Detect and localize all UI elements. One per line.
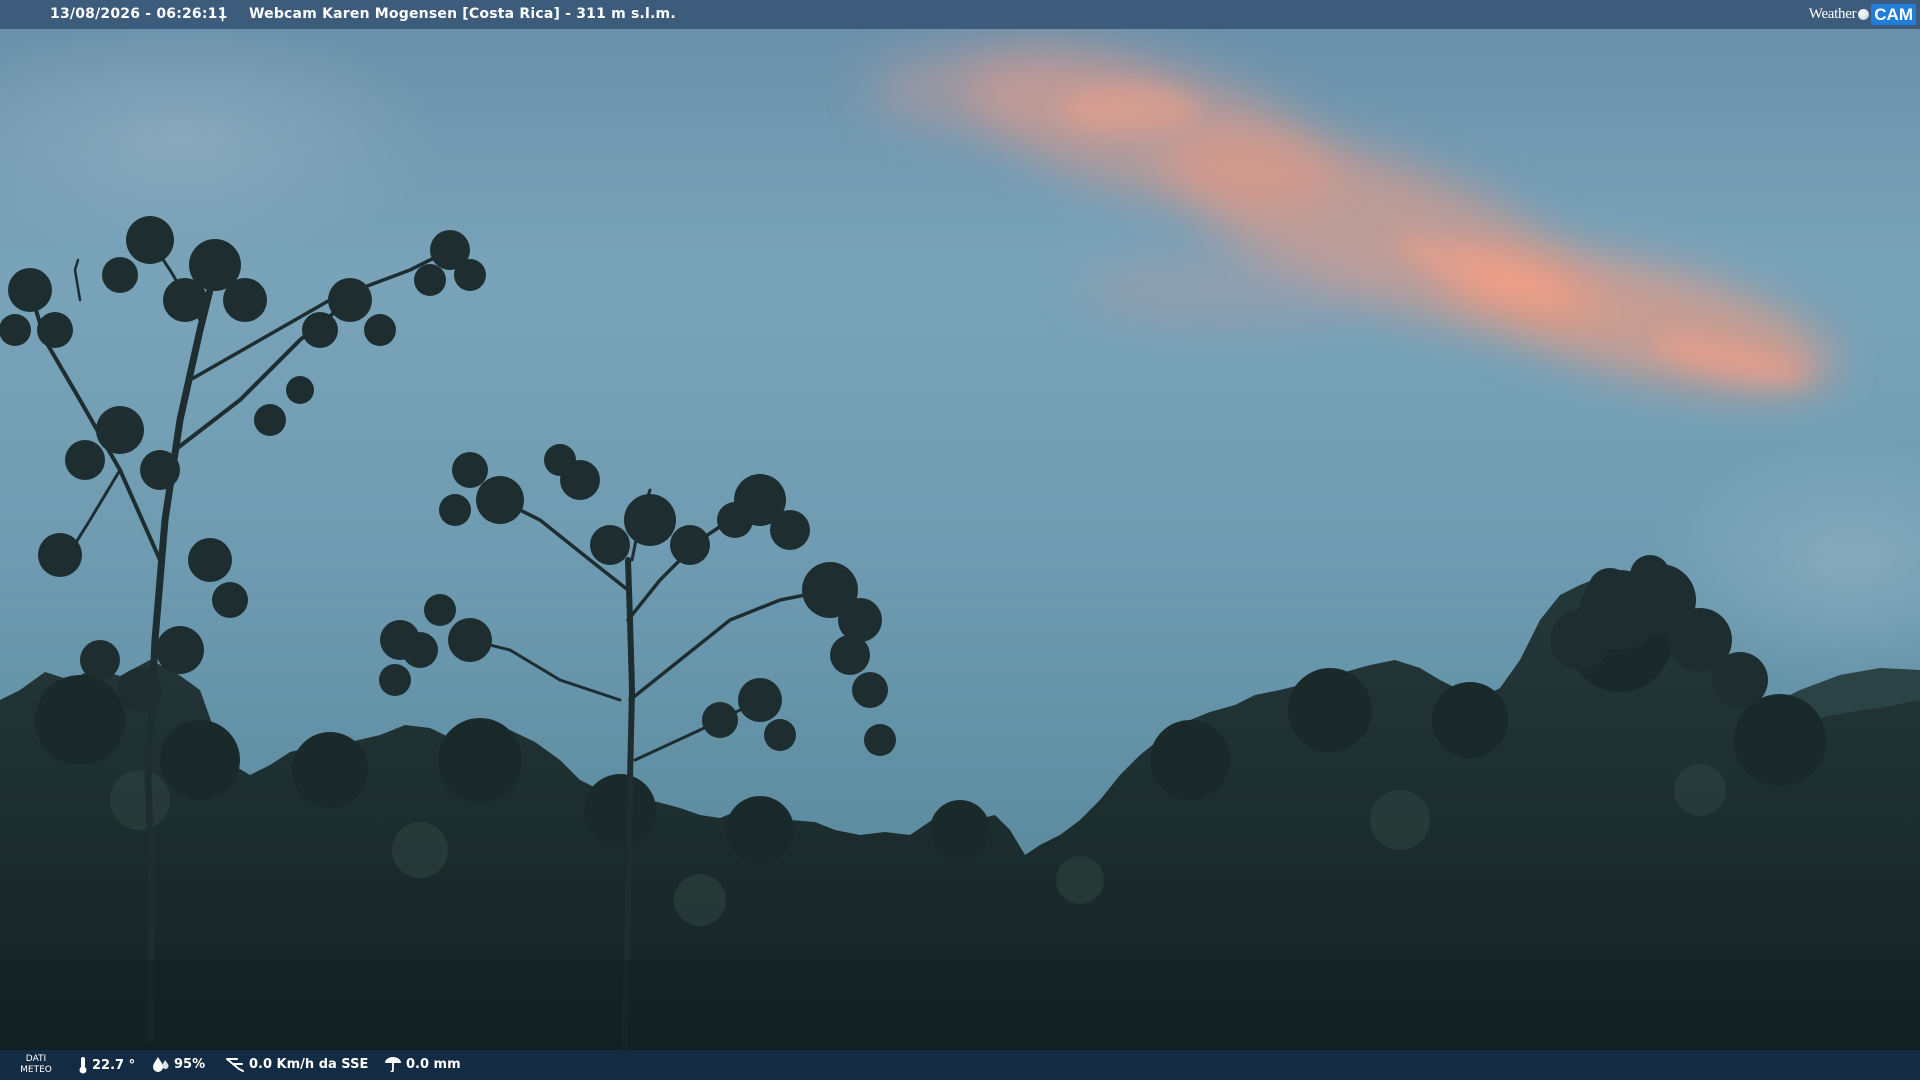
rain-gauge-icon xyxy=(385,1057,401,1072)
timestamp: 13/08/2026 - 06:26:11 xyxy=(50,6,228,22)
humidity-readout: 95% xyxy=(152,1056,205,1072)
rain-value: 0.0 mm xyxy=(406,1056,461,1072)
webcam-image xyxy=(0,0,1920,1080)
header-separator: | xyxy=(220,6,226,22)
weather-data-strip: DATI METEO 22.7 ° 95% 0.0 Km/h da SSE 0.… xyxy=(0,1050,1920,1080)
wind-readout: 0.0 Km/h da SSE xyxy=(225,1056,368,1072)
thermometer-icon xyxy=(79,1057,87,1074)
wind-icon xyxy=(226,1058,244,1072)
logo-globe-icon xyxy=(1858,8,1870,20)
rain-readout: 0.0 mm xyxy=(384,1056,461,1072)
weather-data-label: DATI METEO xyxy=(18,1054,54,1076)
header-bar: 13/08/2026 - 06:26:11 | Webcam Karen Mog… xyxy=(0,0,1920,29)
weathercam-logo[interactable]: Weather CAM xyxy=(1809,2,1916,26)
temperature-readout: 22.7 ° xyxy=(78,1056,135,1074)
humidity-value: 95% xyxy=(174,1056,206,1072)
wind-value: 0.0 Km/h da SSE xyxy=(249,1056,369,1072)
logo-weather-text: Weather xyxy=(1808,5,1857,22)
dati-label-line2: METEO xyxy=(20,1065,52,1075)
webcam-title: Webcam Karen Mogensen [Costa Rica] - 311… xyxy=(249,6,676,22)
webcam-frame: 13/08/2026 - 06:26:11 | Webcam Karen Mog… xyxy=(0,0,1920,1080)
temperature-value: 22.7 ° xyxy=(92,1057,136,1073)
dati-label-line1: DATI xyxy=(25,1054,47,1064)
humidity-icon xyxy=(153,1057,169,1072)
logo-cam-text: CAM xyxy=(1871,3,1916,25)
